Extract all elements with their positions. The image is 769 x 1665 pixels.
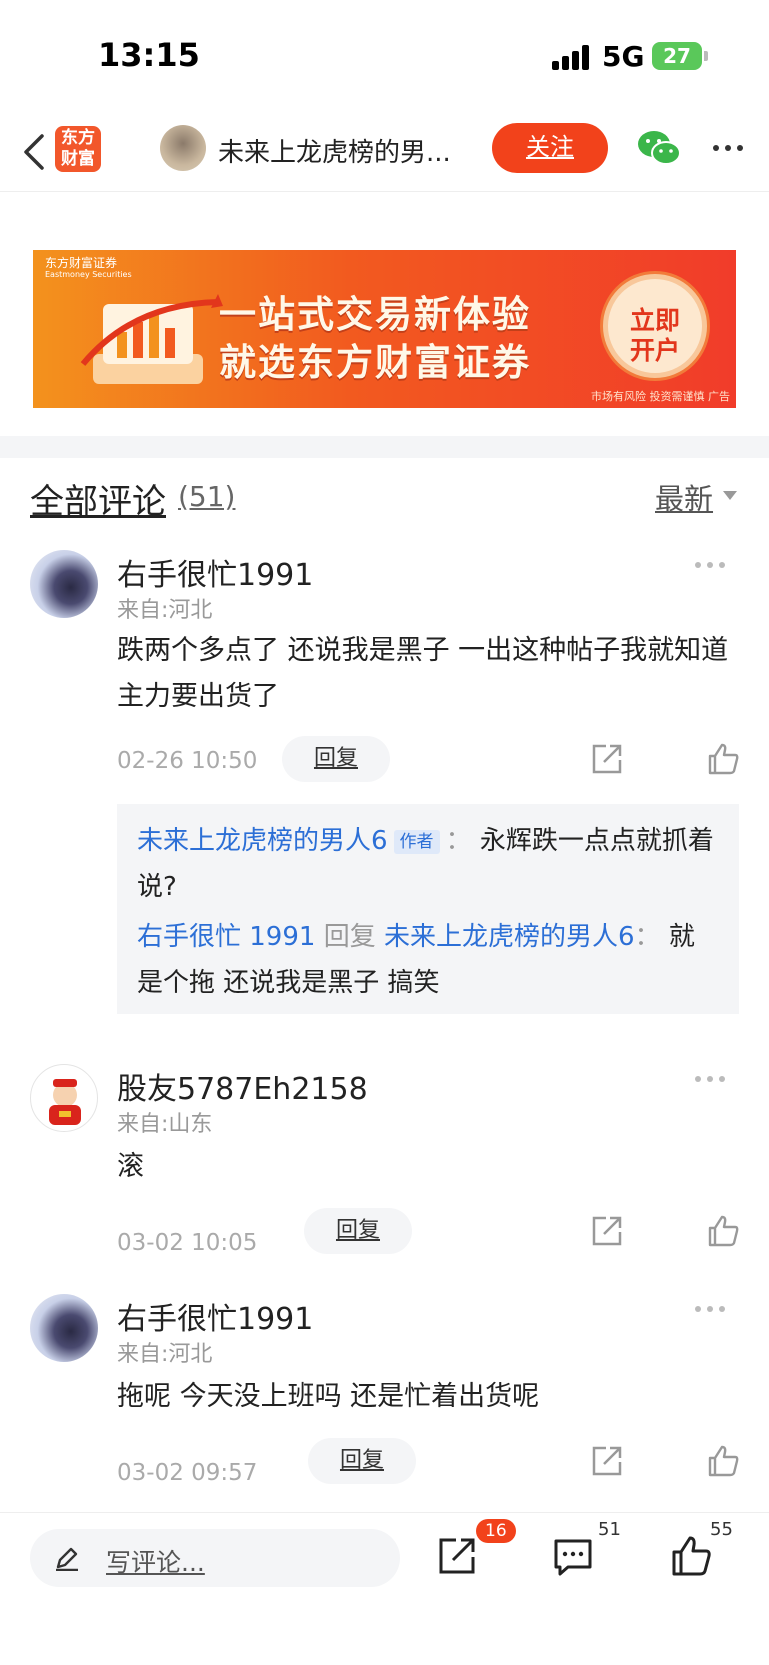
wechat-share-icon[interactable]: [636, 128, 682, 168]
status-time: 13:15: [98, 36, 200, 74]
comment-author[interactable]: 股友5787Eh2158: [117, 1064, 368, 1108]
back-arrow-icon[interactable]: [18, 128, 58, 176]
fortune-god-avatar-icon: [49, 1079, 81, 1125]
reply-button[interactable]: 回复: [308, 1438, 416, 1484]
comment-count: 51: [598, 1519, 621, 1540]
share-icon[interactable]: [436, 1535, 478, 1577]
author-badge: 作者: [393, 829, 440, 854]
more-options-icon[interactable]: [708, 128, 748, 168]
comment-more-icon[interactable]: [694, 560, 726, 570]
thumbs-up-icon[interactable]: [706, 1214, 740, 1248]
reply-separator: ：: [445, 826, 472, 856]
avatar[interactable]: [30, 1064, 98, 1132]
thumbs-up-icon[interactable]: [706, 1444, 740, 1478]
logo-line-1: 东方: [61, 128, 95, 148]
reply-button[interactable]: 回复: [304, 1208, 412, 1254]
reply-target[interactable]: 未来上龙虎榜的男人6: [384, 922, 635, 952]
avatar[interactable]: [30, 550, 98, 618]
reply-author[interactable]: 未来上龙虎榜的男人6: [137, 826, 388, 856]
thumbs-up-icon[interactable]: [670, 1535, 712, 1577]
comment-more-icon[interactable]: [694, 1304, 726, 1314]
comment-author[interactable]: 右手很忙1991: [117, 1294, 313, 1338]
reply-separator: ：: [634, 922, 661, 952]
reply-thread: 未来上龙虎榜的男人6 作者： 永辉跌一点点就抓着说? 右手很忙 1991 回复 未…: [117, 804, 739, 1014]
ad-button-line-2: 开户: [629, 336, 680, 365]
comment-text: 滚: [117, 1151, 144, 1182]
ad-brand-cn: 东方财富证券: [45, 256, 118, 270]
all-comments-title[interactable]: 全部评论: [30, 474, 166, 523]
comment-date: 02-26 10:50: [117, 748, 258, 774]
ad-chart-illustration-icon: [80, 294, 223, 384]
reply-word: 回复: [323, 922, 376, 952]
cell-signal-icon: [552, 44, 590, 70]
reply-author[interactable]: 右手很忙 1991: [137, 922, 315, 952]
comment-more-icon[interactable]: [694, 1074, 726, 1084]
sort-dropdown[interactable]: 最新: [655, 476, 713, 518]
eastmoney-logo[interactable]: 东方 财富: [55, 126, 101, 172]
comment-date: 03-02 10:05: [117, 1230, 258, 1256]
share-count-badge: 16: [476, 1519, 516, 1543]
comment-location: 来自:河北: [117, 1342, 213, 1367]
comments-count: (51): [178, 480, 236, 513]
ad-open-account-button[interactable]: 立即 开户: [603, 274, 707, 378]
reply-item: 未来上龙虎榜的男人6 作者： 永辉跌一点点就抓着说?: [137, 818, 719, 910]
ad-brand-en: Eastmoney Securities: [45, 270, 132, 279]
share-icon[interactable]: [590, 1214, 624, 1248]
comment-text: 拖呢 今天没上班吗 还是忙着出货呢: [117, 1381, 540, 1412]
comment-location: 来自:河北: [117, 598, 213, 623]
share-icon[interactable]: [590, 1444, 624, 1478]
post-author-name[interactable]: 未来上龙虎榜的男...: [218, 132, 478, 169]
comment-text: 跌两个多点了 还说我是黑子 一出这种帖子我就知道 主力要出货了: [117, 635, 729, 712]
logo-line-2: 财富: [61, 149, 95, 169]
battery-tip: [704, 51, 708, 61]
reply-button[interactable]: 回复: [282, 736, 390, 782]
thumbs-up-icon[interactable]: [706, 742, 740, 776]
section-divider: [0, 436, 769, 458]
comment-author[interactable]: 右手很忙1991: [117, 550, 313, 594]
write-comment-input[interactable]: 写评论...: [30, 1529, 400, 1587]
status-bar: 13:15 5G 27: [0, 0, 769, 110]
network-type: 5G: [602, 40, 645, 73]
ad-disclaimer: 市场有风险 投资需谨慎 广告: [591, 390, 730, 403]
avatar[interactable]: [30, 1294, 98, 1362]
comment-bubble-icon[interactable]: [552, 1535, 594, 1577]
comment-placeholder: 写评论...: [106, 1548, 205, 1577]
pencil-icon: [56, 1547, 78, 1571]
ad-brand: 东方财富证券 Eastmoney Securities: [45, 256, 132, 280]
share-icon[interactable]: [590, 742, 624, 776]
ad-banner[interactable]: 东方财富证券 Eastmoney Securities 一站式交易新体验 就选东…: [33, 250, 736, 408]
reply-item: 右手很忙 1991 回复 未来上龙虎榜的男人6： 就是个拖 还说我是黑子 搞笑: [137, 914, 719, 1006]
top-nav-bar: 东方 财富 未来上龙虎榜的男... 关注: [0, 112, 769, 192]
battery-icon: 27: [652, 42, 702, 70]
follow-button[interactable]: 关注: [492, 123, 608, 173]
ad-headline-2: 就选东方财富证券: [219, 341, 531, 384]
like-count: 55: [710, 1519, 733, 1540]
bottom-action-bar: 写评论... 16 51 55: [0, 1512, 769, 1665]
comment-location: 来自:山东: [117, 1112, 213, 1137]
ad-headline-1: 一站式交易新体验: [219, 293, 531, 336]
author-avatar[interactable]: [160, 125, 206, 171]
comment-date: 03-02 09:57: [117, 1460, 258, 1486]
caret-down-icon[interactable]: [723, 491, 737, 500]
